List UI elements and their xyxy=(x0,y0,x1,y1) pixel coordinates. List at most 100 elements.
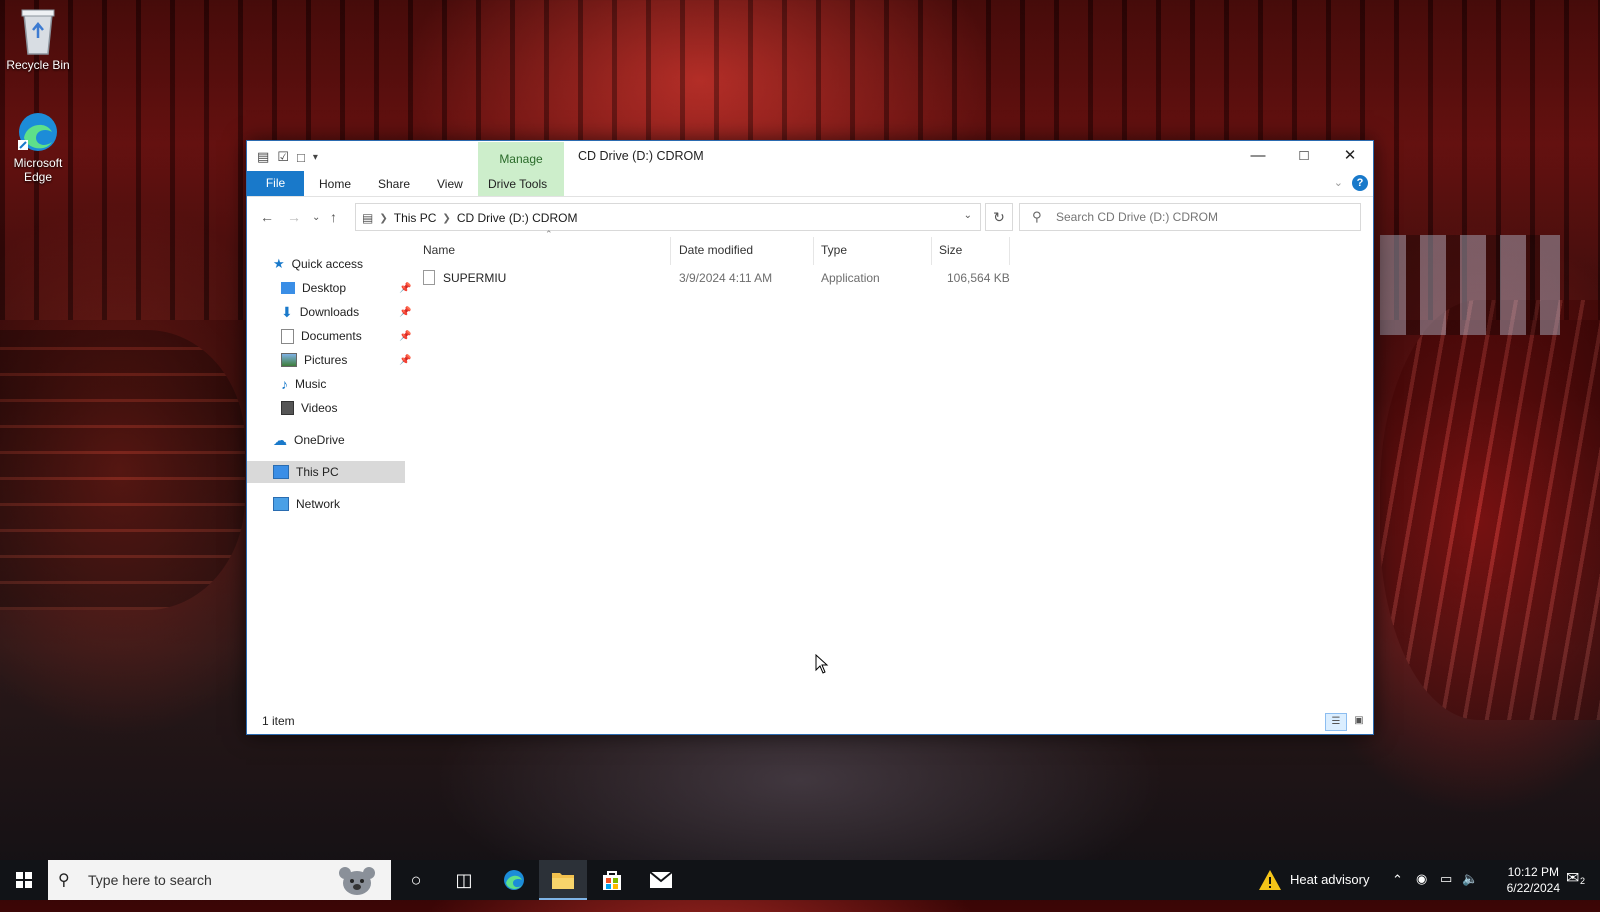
large-icons-view-button[interactable]: ▣ xyxy=(1349,713,1369,729)
taskbar-mail-icon[interactable] xyxy=(637,860,685,900)
address-bar[interactable]: ▤ ❯ This PC ❯ CD Drive (D:) CDROM ⌄ xyxy=(355,203,981,231)
show-hidden-icons-button[interactable]: ⌃ xyxy=(1392,872,1403,912)
sidebar-item-label: Downloads xyxy=(299,305,360,319)
tab-home[interactable]: Home xyxy=(319,177,351,191)
tab-file[interactable]: File xyxy=(247,171,304,196)
sidebar-item-desktop[interactable]: Desktop 📌 xyxy=(281,277,411,299)
notification-center-button[interactable]: ✉ 2 xyxy=(1566,868,1594,892)
sidebar-item-quick-access[interactable]: ★ Quick access xyxy=(273,253,363,275)
pin-icon[interactable]: 📌 xyxy=(399,307,411,318)
file-type: Application xyxy=(821,271,880,285)
refresh-button[interactable]: ↻ xyxy=(985,203,1013,231)
notification-badge: 2 xyxy=(1580,876,1586,886)
tab-drive-tools[interactable]: Drive Tools xyxy=(488,177,547,191)
sidebar-item-downloads[interactable]: ⬇ Downloads 📌 xyxy=(281,301,411,323)
clock-date: 6/22/2024 xyxy=(1506,881,1560,895)
title-bar[interactable]: ▤ ☑ □ ▾ Manage CD Drive (D:) CDROM — □ ✕ xyxy=(247,141,1373,197)
cloud-icon: ☁ xyxy=(273,431,287,448)
desktop-folder-icon xyxy=(281,282,295,294)
wallpaper-window-light xyxy=(1380,235,1560,335)
table-row[interactable]: SUPERMIU 3/9/2024 4:11 AM Application 10… xyxy=(417,267,1017,289)
forward-button[interactable]: → xyxy=(287,209,301,225)
column-divider[interactable] xyxy=(1009,237,1010,265)
minimize-button[interactable]: — xyxy=(1235,141,1281,171)
store-bag-icon xyxy=(603,871,621,890)
breadcrumb-chevron-icon[interactable]: ❯ xyxy=(379,213,387,224)
navigation-bar: ← → ⌄ ↑ ▤ ❯ This PC ❯ CD Drive (D:) CDRO… xyxy=(247,197,1373,237)
sidebar-item-pictures[interactable]: Pictures 📌 xyxy=(281,349,411,371)
drive-icon[interactable]: ▤ xyxy=(257,149,269,165)
music-note-icon: ♪ xyxy=(281,376,288,392)
search-highlight-icon xyxy=(339,867,375,895)
tab-share[interactable]: Share xyxy=(378,177,410,191)
column-header-name[interactable]: Name xyxy=(423,243,455,257)
column-header-date-modified[interactable]: Date modified xyxy=(679,243,753,257)
system-clock[interactable]: 10:12 PM 6/22/2024 xyxy=(1507,864,1560,896)
edge-icon xyxy=(504,870,524,890)
sidebar-item-music[interactable]: ♪ Music xyxy=(281,373,326,395)
volume-muted-icon[interactable]: 🔈 xyxy=(1462,871,1478,911)
sort-ascending-icon: ⌃ xyxy=(545,229,553,239)
status-bar: 1 item ☰ ▣ xyxy=(247,706,1373,734)
properties-icon[interactable]: ☑ xyxy=(277,149,289,165)
computer-icon xyxy=(273,465,289,479)
cortana-icon[interactable]: ○ xyxy=(392,860,440,900)
up-button[interactable]: ↑ xyxy=(330,209,337,225)
sidebar-item-documents[interactable]: Documents 📌 xyxy=(281,325,411,347)
column-divider[interactable] xyxy=(813,237,814,265)
application-file-icon xyxy=(423,270,435,285)
breadcrumb-cd-drive[interactable]: CD Drive (D:) CDROM xyxy=(457,211,578,225)
desktop-icon-recycle-bin[interactable]: Recycle Bin xyxy=(0,8,78,72)
sidebar-item-label: Videos xyxy=(301,401,338,415)
pin-icon[interactable]: 📌 xyxy=(399,355,411,366)
quick-access-toolbar: ▤ ☑ □ ▾ xyxy=(257,149,318,165)
breadcrumb-this-pc[interactable]: This PC xyxy=(394,211,437,225)
column-header-type[interactable]: Type xyxy=(821,243,847,257)
column-header-size[interactable]: Size xyxy=(939,243,962,257)
folder-icon xyxy=(552,873,574,889)
taskbar-store-icon[interactable] xyxy=(588,860,636,900)
help-icon[interactable]: ? xyxy=(1352,175,1368,191)
expand-ribbon-icon[interactable]: ⌄ xyxy=(1334,176,1343,189)
sidebar-item-label: Documents xyxy=(301,329,362,343)
sidebar-item-onedrive[interactable]: ☁ OneDrive xyxy=(273,429,345,451)
column-divider[interactable] xyxy=(670,237,671,265)
back-button[interactable]: ← xyxy=(260,209,274,225)
clock-time: 10:12 PM xyxy=(1507,865,1559,879)
start-button[interactable] xyxy=(0,860,48,900)
tab-view[interactable]: View xyxy=(437,177,463,191)
document-icon xyxy=(281,328,294,344)
sidebar-item-label: Quick access xyxy=(291,257,364,271)
task-view-icon[interactable]: ◫ xyxy=(440,860,488,900)
column-divider[interactable] xyxy=(931,237,932,265)
network-status-icon[interactable]: ▭ xyxy=(1440,871,1452,911)
search-input[interactable] xyxy=(1054,209,1348,225)
taskbar-edge-icon[interactable] xyxy=(490,860,538,900)
customize-toolbar-icon[interactable]: ▾ xyxy=(313,152,318,163)
taskbar-search-box[interactable]: ⚲ Type here to search xyxy=(48,860,391,900)
pin-icon[interactable]: 📌 xyxy=(399,283,411,294)
desktop-icon-label: Recycle Bin xyxy=(6,58,70,72)
sidebar-item-videos[interactable]: Videos xyxy=(281,397,337,419)
search-box[interactable]: ⚲ xyxy=(1019,203,1361,231)
close-button[interactable]: ✕ xyxy=(1327,141,1373,171)
sidebar-item-network[interactable]: Network xyxy=(273,493,340,515)
meet-now-icon[interactable]: ◉ xyxy=(1416,871,1427,911)
file-name: SUPERMIU xyxy=(443,271,507,285)
details-view-button[interactable]: ☰ xyxy=(1325,713,1347,731)
breadcrumb-chevron-icon[interactable]: ❯ xyxy=(442,213,450,224)
sidebar-item-label: Music xyxy=(295,377,327,391)
desktop-icon-microsoft-edge[interactable]: Microsoft Edge xyxy=(0,110,78,184)
download-arrow-icon: ⬇ xyxy=(281,303,293,320)
file-date-modified: 3/9/2024 4:11 AM xyxy=(679,271,773,285)
edge-icon xyxy=(18,113,57,151)
recent-locations-button[interactable]: ⌄ xyxy=(312,212,320,223)
maximize-button[interactable]: □ xyxy=(1281,141,1327,171)
weather-text: Heat advisory xyxy=(1290,872,1370,887)
sidebar-item-this-pc[interactable]: This PC xyxy=(247,461,405,483)
pin-icon[interactable]: 📌 xyxy=(399,331,411,342)
new-folder-icon[interactable]: □ xyxy=(297,150,305,165)
taskbar-file-explorer-icon[interactable] xyxy=(539,860,587,900)
mouse-cursor-icon xyxy=(815,654,829,674)
address-dropdown-icon[interactable]: ⌄ xyxy=(964,210,972,221)
